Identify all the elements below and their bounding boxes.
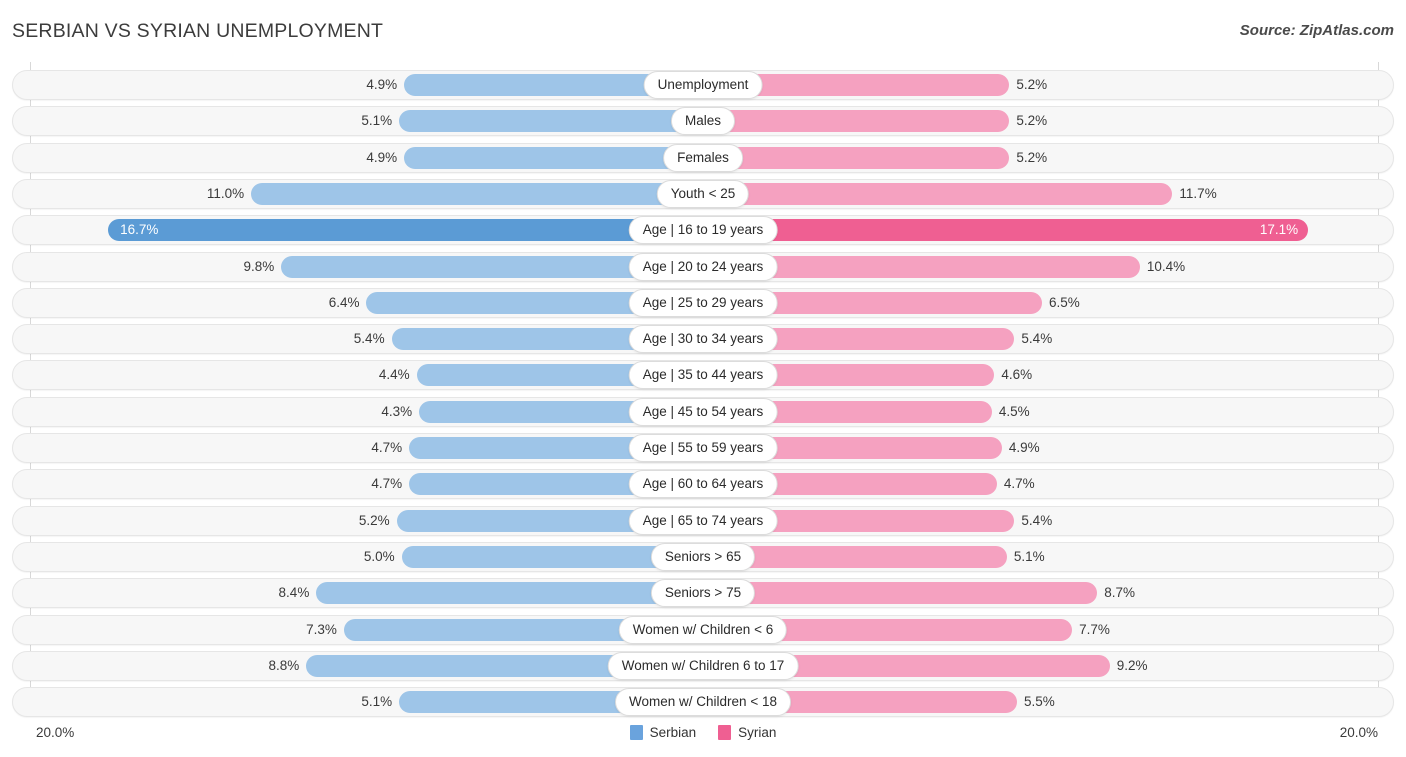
table-row[interactable]: 4.9% 5.2% Females <box>12 142 1394 173</box>
bar-serbian[interactable] <box>399 110 703 133</box>
chart-legend: Serbian Syrian <box>0 725 1406 740</box>
table-row[interactable]: 8.8% 9.2% Women w/ Children 6 to 17 <box>12 650 1394 681</box>
category-label[interactable]: Age | 55 to 59 years <box>628 434 778 462</box>
bar-serbian[interactable] <box>404 146 703 169</box>
value-label-syrian: 6.5% <box>1049 294 1080 310</box>
value-label-serbian: 5.0% <box>363 548 395 564</box>
value-label-syrian: 5.4% <box>1021 512 1053 528</box>
value-label-syrian: 5.2% <box>1016 149 1048 165</box>
chart-footer: 20.0% 20.0% Serbian Syrian <box>0 717 1406 757</box>
category-label[interactable]: Age | 25 to 29 years <box>628 288 778 317</box>
category-label[interactable]: Age | 60 to 64 years <box>628 470 778 499</box>
category-label[interactable]: Age | 16 to 19 years <box>628 216 778 245</box>
bar-syrian[interactable] <box>703 219 1308 242</box>
category-label[interactable]: Age | 35 to 44 years <box>628 361 778 390</box>
chart-plot-area: 4.9% 5.2% Unemployment 5.1% 5.2% Males 4.9% 5.2… <box>0 62 1406 718</box>
table-row[interactable]: 11.0% 11.7% Youth < 25 <box>12 178 1394 209</box>
table-row[interactable]: 5.1% 5.2% Males <box>12 106 1394 137</box>
value-label-serbian: 9.8% <box>243 258 275 274</box>
value-label-syrian: 5.5% <box>1023 694 1055 710</box>
category-label[interactable]: Age | 30 to 34 years <box>628 325 778 354</box>
value-label-serbian: 5.1% <box>361 113 393 129</box>
category-label[interactable]: Youth < 25 <box>656 179 750 208</box>
value-label-serbian: 6.4% <box>328 294 360 310</box>
table-row[interactable]: 5.4% 5.4% Age | 30 to 34 years <box>12 324 1394 355</box>
value-label-syrian: 17.1% <box>1259 222 1299 238</box>
bar-syrian[interactable] <box>703 182 1173 205</box>
bar-syrian[interactable] <box>703 110 1010 133</box>
value-label-serbian: 7.3% <box>306 621 337 637</box>
value-label-serbian: 8.8% <box>268 657 300 673</box>
category-label[interactable]: Seniors > 65 <box>650 542 756 571</box>
value-label-syrian: 4.9% <box>1008 440 1040 455</box>
category-label[interactable]: Females <box>663 143 743 172</box>
category-label[interactable]: Age | 45 to 54 years <box>628 397 778 426</box>
bar-serbian[interactable] <box>316 582 703 605</box>
value-label-syrian: 4.7% <box>1003 476 1035 492</box>
value-label-syrian: 4.6% <box>1001 367 1033 383</box>
legend-swatch-icon <box>629 725 643 740</box>
table-row[interactable]: 5.1% 5.5% Women w/ Children < 18 <box>12 687 1394 718</box>
category-label[interactable]: Women w/ Children 6 to 17 <box>607 651 799 680</box>
legend-item-serbian[interactable]: Serbian <box>629 725 697 740</box>
table-row[interactable]: 4.4% 4.6% Age | 35 to 44 years <box>12 360 1394 391</box>
value-label-serbian: 4.3% <box>381 403 413 419</box>
value-label-serbian: 5.2% <box>358 512 390 528</box>
value-label-syrian: 5.1% <box>1013 548 1045 564</box>
chart-header: SERBIAN VS SYRIAN UNEMPLOYMENT Source: Z… <box>0 0 1406 62</box>
category-label[interactable]: Seniors > 75 <box>650 579 756 608</box>
category-label[interactable]: Age | 20 to 24 years <box>628 252 778 281</box>
value-label-serbian: 4.9% <box>366 149 398 165</box>
page-title: SERBIAN VS SYRIAN UNEMPLOYMENT <box>12 20 384 42</box>
value-label-syrian: 5.2% <box>1016 113 1048 129</box>
value-label-syrian: 4.5% <box>998 403 1030 419</box>
value-label-syrian: 5.4% <box>1021 331 1053 347</box>
value-label-serbian: 11.0% <box>206 185 245 201</box>
value-label-serbian: 4.4% <box>378 367 410 383</box>
table-row[interactable]: 4.7% 4.9% Age | 55 to 59 years <box>12 433 1394 463</box>
table-row[interactable]: 4.9% 5.2% Unemployment <box>12 70 1394 100</box>
table-row[interactable]: 9.8% 10.4% Age | 20 to 24 years <box>12 251 1394 282</box>
value-label-serbian: 4.7% <box>371 440 403 455</box>
legend-item-syrian[interactable]: Syrian <box>718 725 776 740</box>
table-row[interactable]: 16.7% 17.1% Age | 16 to 19 years <box>12 215 1394 246</box>
table-row[interactable]: 5.0% 5.1% Seniors > 65 <box>12 541 1394 572</box>
bar-serbian[interactable] <box>251 182 703 205</box>
category-label[interactable]: Women w/ Children < 6 <box>618 615 788 644</box>
category-label[interactable]: Males <box>670 107 736 136</box>
value-label-syrian: 10.4% <box>1146 258 1186 274</box>
value-label-syrian: 8.7% <box>1104 585 1135 601</box>
table-row[interactable]: 6.4% 6.5% Age | 25 to 29 years <box>12 287 1394 318</box>
bar-serbian[interactable] <box>108 219 703 242</box>
value-label-syrian: 9.2% <box>1116 657 1148 673</box>
value-label-syrian: 11.7% <box>1179 185 1217 201</box>
chart-page: SERBIAN VS SYRIAN UNEMPLOYMENT Source: Z… <box>0 0 1406 757</box>
table-row[interactable]: 8.4% 8.7% Seniors > 75 <box>12 578 1394 609</box>
legend-swatch-icon <box>718 725 732 740</box>
value-label-syrian: 7.7% <box>1079 621 1110 637</box>
category-label[interactable]: Unemployment <box>643 71 763 99</box>
category-label[interactable]: Age | 65 to 74 years <box>628 506 778 535</box>
value-label-serbian: 5.1% <box>361 694 393 710</box>
value-label-serbian: 4.7% <box>371 476 403 492</box>
table-row[interactable]: 7.3% 7.7% Women w/ Children < 6 <box>12 614 1394 645</box>
table-row[interactable]: 4.3% 4.5% Age | 45 to 54 years <box>12 396 1394 427</box>
bar-syrian[interactable] <box>703 146 1010 169</box>
bar-syrian[interactable] <box>703 582 1098 605</box>
value-label-serbian: 8.4% <box>278 585 310 601</box>
value-label-serbian: 5.4% <box>353 331 385 347</box>
legend-label: Serbian <box>649 725 697 740</box>
value-label-serbian: 4.9% <box>366 77 398 92</box>
legend-label: Syrian <box>738 725 777 740</box>
value-label-syrian: 5.2% <box>1016 77 1048 92</box>
table-row[interactable]: 4.7% 4.7% Age | 60 to 64 years <box>12 469 1394 500</box>
source-attribution: Source: ZipAtlas.com <box>1239 22 1394 39</box>
table-row[interactable]: 5.2% 5.4% Age | 65 to 74 years <box>12 505 1394 536</box>
value-label-serbian: 16.7% <box>120 222 159 238</box>
category-label[interactable]: Women w/ Children < 18 <box>615 688 791 717</box>
